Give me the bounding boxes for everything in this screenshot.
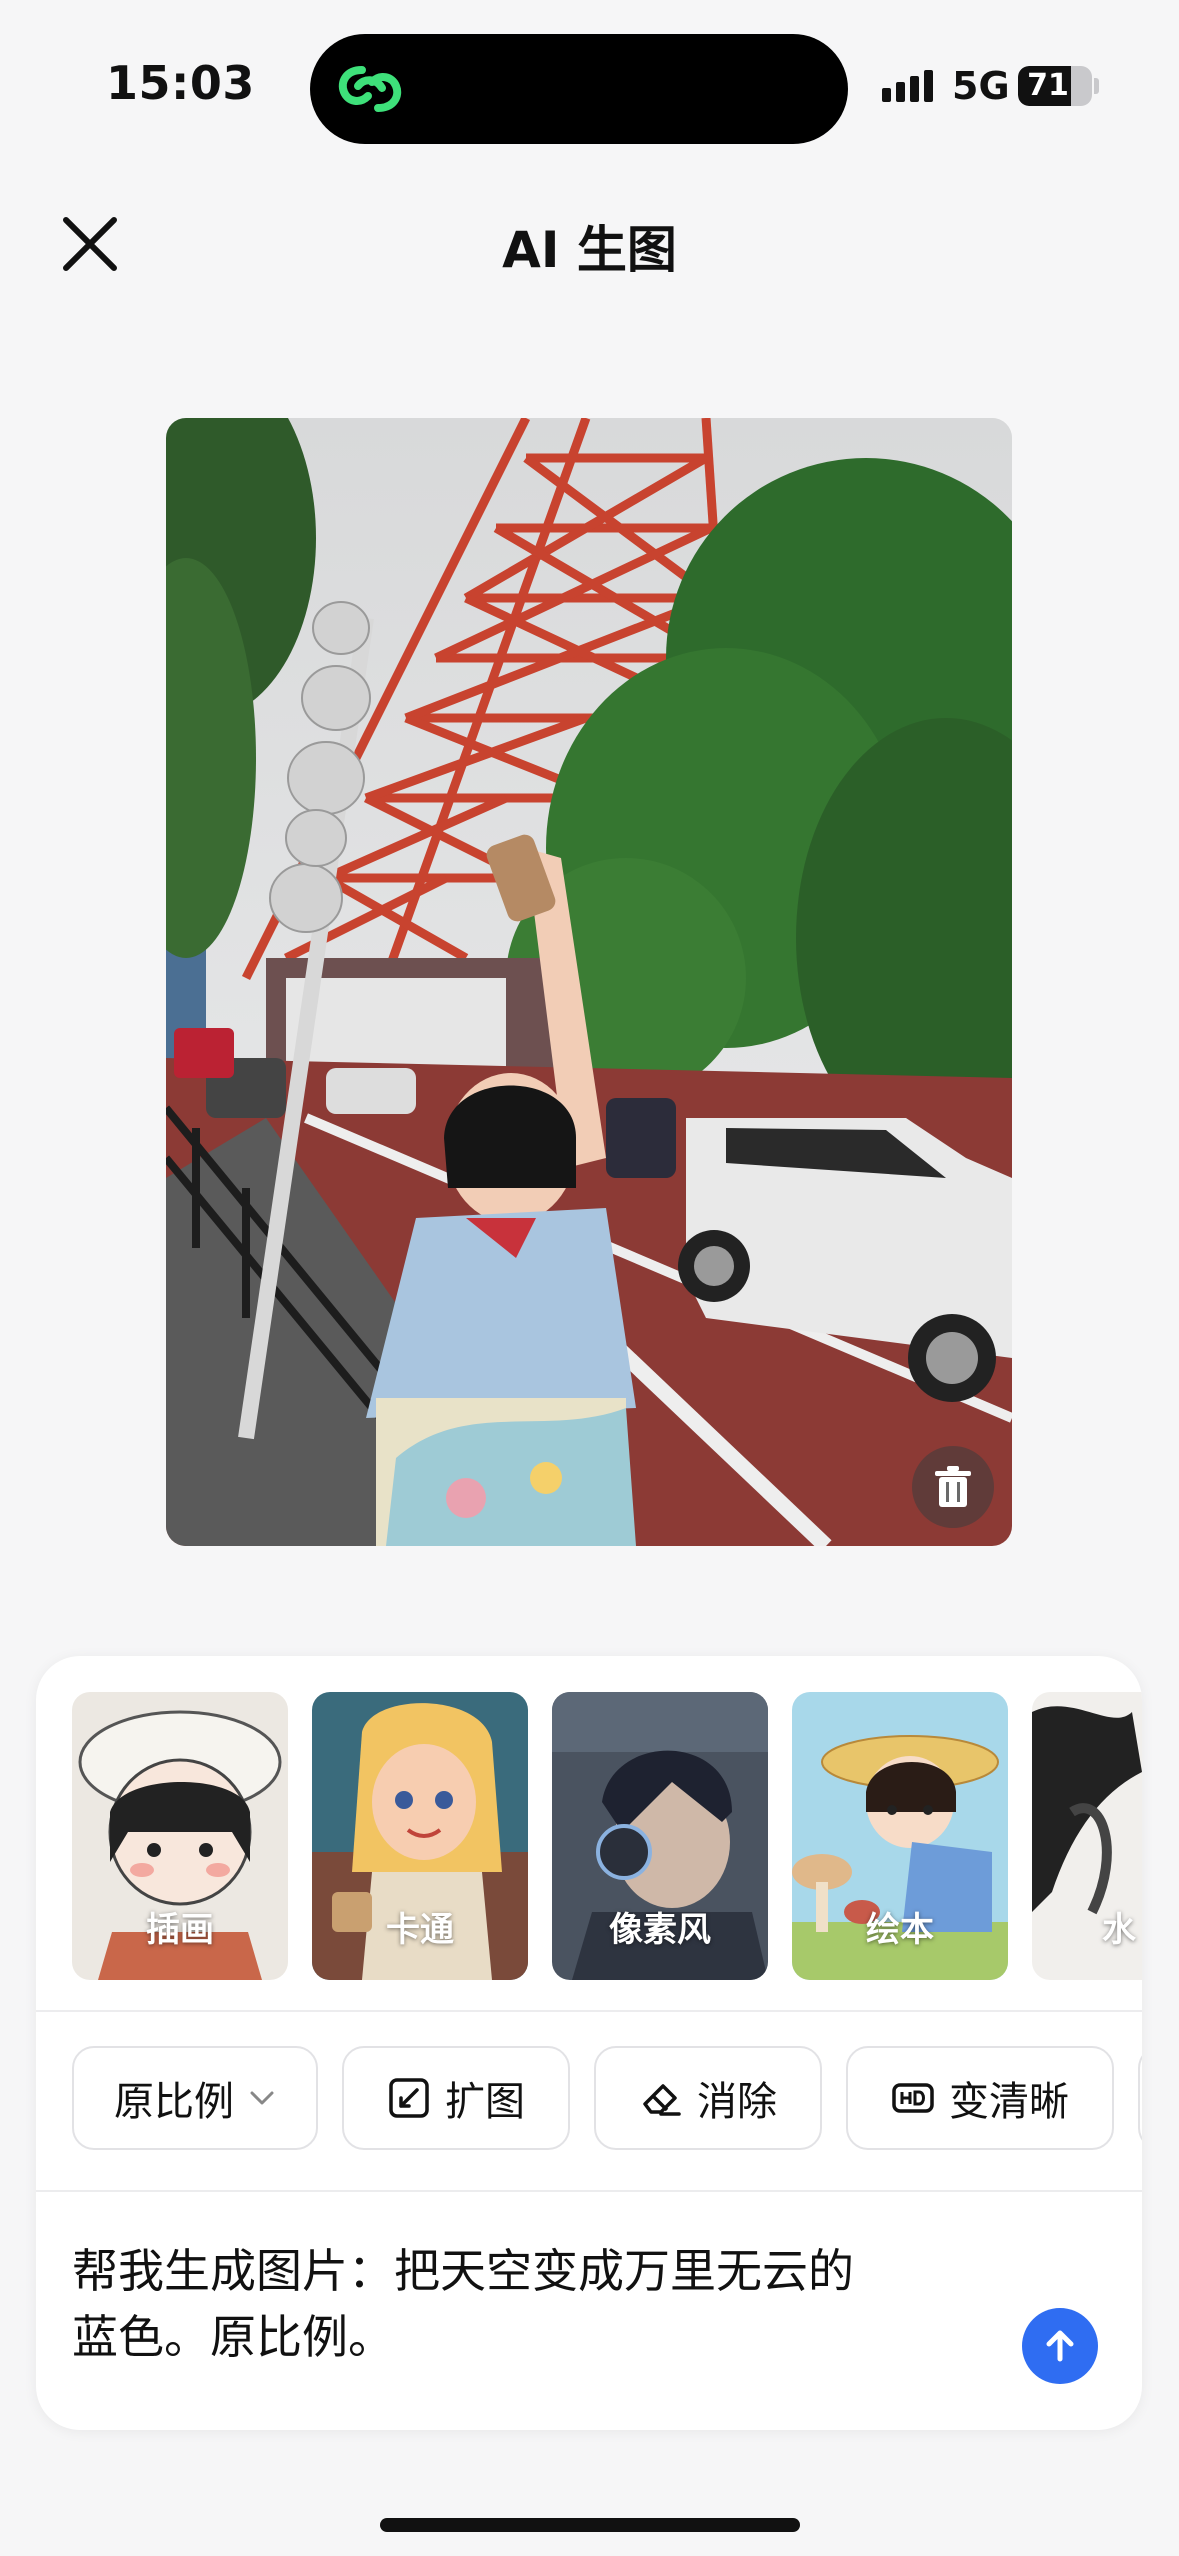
prompt-line: 帮我生成图片：把天空变成万里无云的 (72, 2244, 854, 2298)
enhance-label: 变清晰 (949, 2079, 1069, 2125)
battery-tip (1094, 78, 1099, 94)
eraser-icon (643, 2084, 681, 2116)
style-label: 像素风 (609, 1910, 711, 1950)
aspect-ratio-label: 原比例 (114, 2079, 234, 2125)
style-picker: 插画 卡通 像素风 绘本 水 (72, 1692, 1142, 1982)
status-time: 15:03 (106, 56, 255, 110)
prompt-line: 蓝色。原比例。 (72, 2310, 394, 2364)
edit-panel: 插画 卡通 像素风 绘本 水 原比例 扩图 消除 变清晰 帮我生成图片：把天空变… (36, 1656, 1142, 2430)
style-label: 绘本 (866, 1910, 934, 1950)
battery-percentage: 71 (1027, 68, 1069, 103)
network-type: 5G (952, 64, 1010, 108)
expand-label: 扩图 (445, 2079, 525, 2125)
delete-button[interactable] (912, 1446, 994, 1528)
photo-scene (166, 418, 1012, 1546)
style-card-pixel[interactable]: 像素风 (552, 1692, 768, 1980)
send-button[interactable] (1022, 2308, 1098, 2384)
home-indicator[interactable] (380, 2518, 800, 2532)
prompt-input[interactable]: 帮我生成图片：把天空变成万里无云的 蓝色。原比例。 (72, 2238, 972, 2370)
style-label: 水 (1102, 1910, 1136, 1950)
signal-icon (882, 70, 933, 102)
style-card-illustration[interactable]: 插画 (72, 1692, 288, 1980)
aspect-ratio-dropdown[interactable]: 原比例 (72, 2046, 318, 2150)
hd-icon (892, 2083, 934, 2113)
arrow-up-icon (1046, 2330, 1074, 2362)
style-card-cartoon[interactable]: 卡通 (312, 1692, 528, 1980)
erase-button[interactable]: 消除 (594, 2046, 822, 2150)
expand-button[interactable]: 扩图 (342, 2046, 570, 2150)
more-tool-chip[interactable] (1138, 2046, 1142, 2150)
style-label: 插画 (146, 1910, 214, 1950)
source-photo[interactable] (166, 418, 1012, 1546)
divider (36, 2190, 1142, 2192)
style-card-ink[interactable]: 水 (1032, 1692, 1142, 1980)
expand-icon (389, 2078, 429, 2118)
dynamic-island (310, 34, 848, 144)
enhance-button[interactable]: 变清晰 (846, 2046, 1114, 2150)
page-title: AI 生图 (502, 221, 677, 279)
erase-label: 消除 (697, 2079, 777, 2125)
style-card-picture-book[interactable]: 绘本 (792, 1692, 1008, 1980)
app-link-icon (338, 66, 402, 112)
chevron-down-icon (250, 2091, 274, 2105)
style-label: 卡通 (386, 1910, 454, 1950)
battery-icon: 71 (1018, 66, 1092, 106)
tool-bar: 原比例 扩图 消除 变清晰 (72, 2046, 1142, 2154)
divider (36, 2010, 1142, 2012)
trash-icon (935, 1466, 971, 1507)
